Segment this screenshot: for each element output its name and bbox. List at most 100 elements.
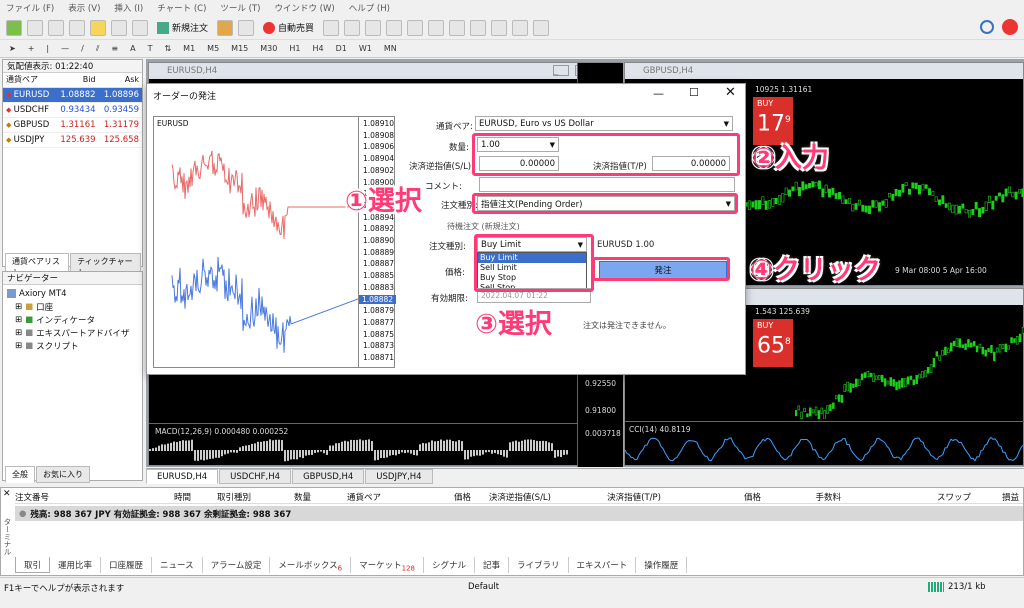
menu-item[interactable]: ファイル (F) xyxy=(6,2,54,14)
tree-item-experts[interactable]: ⊞ ■ エキスパートアドバイザ xyxy=(7,326,138,339)
timeframe-m1[interactable]: M1 xyxy=(180,44,198,53)
zoom-out-icon[interactable] xyxy=(407,19,424,36)
search-icon[interactable] xyxy=(980,20,994,34)
terminal-tab[interactable]: メールボックス6 xyxy=(270,557,352,573)
menu-item[interactable]: ツール (T) xyxy=(220,2,260,14)
vertical-line-icon[interactable]: | xyxy=(43,44,52,53)
timeframe-d1[interactable]: D1 xyxy=(333,44,350,53)
timeframe-h4[interactable]: H4 xyxy=(309,44,326,53)
table-row[interactable]: ◆ GBPUSD 1.31161 1.31179 xyxy=(3,117,142,133)
periods-icon[interactable] xyxy=(512,19,529,36)
cursor-icon[interactable]: ➤ xyxy=(6,44,19,53)
templates-icon[interactable] xyxy=(533,19,550,36)
terminal-column[interactable]: スワップ xyxy=(845,491,975,503)
terminal-tab[interactable]: マーケット128 xyxy=(351,557,424,573)
terminal-column[interactable]: 数量 xyxy=(255,491,315,503)
terminal-icon[interactable] xyxy=(111,19,127,36)
terminal-column[interactable]: 手数料 xyxy=(765,491,845,503)
timeframe-h1[interactable]: H1 xyxy=(286,44,303,53)
bar-chart-icon[interactable] xyxy=(323,19,340,36)
terminal-column[interactable]: 取引種別 xyxy=(195,491,255,503)
line-chart-icon[interactable] xyxy=(365,19,382,36)
table-row[interactable]: ◆ USDCHF 0.93434 0.93459 xyxy=(3,102,142,118)
text-icon[interactable]: A xyxy=(127,44,138,53)
tree-item-scripts[interactable]: ⊞ ■ スクリプト xyxy=(7,339,138,352)
maximize-icon[interactable]: ☐ xyxy=(689,86,699,99)
terminal-column[interactable]: 通貨ペア xyxy=(315,491,385,503)
menu-item[interactable]: ウインドウ (W) xyxy=(274,2,334,14)
fibonacci-icon[interactable]: ≡ xyxy=(108,44,121,53)
autoscroll-icon[interactable] xyxy=(449,19,466,36)
timeframe-m15[interactable]: M15 xyxy=(228,44,251,53)
timeframe-m5[interactable]: M5 xyxy=(204,44,222,53)
gbp-candle xyxy=(824,184,828,193)
terminal-close-icon[interactable]: ✕ xyxy=(3,489,11,499)
chart-tab-eurusd[interactable]: EURUSD,H4 xyxy=(146,469,219,484)
autotrade-button[interactable]: 自動売買 xyxy=(259,21,318,34)
terminal-column[interactable]: 価格 xyxy=(385,491,475,503)
new-chart-icon[interactable] xyxy=(6,19,22,36)
terminal-tab[interactable]: 記事 xyxy=(475,557,510,573)
new-order-button[interactable]: 新規注文 xyxy=(153,21,212,34)
minimize-icon[interactable]: — xyxy=(653,87,664,100)
crosshair-icon[interactable]: + xyxy=(25,44,38,53)
data-window-icon[interactable] xyxy=(69,19,85,36)
tab-common[interactable]: 全般 xyxy=(5,466,35,483)
terminal-tab[interactable]: ライブラリ xyxy=(509,557,569,573)
terminal-column[interactable]: 決済逆指値(S/L) xyxy=(475,491,555,503)
menu-item[interactable]: チャート (C) xyxy=(157,2,206,14)
terminal-tab[interactable]: 口座履歴 xyxy=(101,557,153,573)
indicators-icon[interactable] xyxy=(491,19,508,36)
terminal-tab[interactable]: アラーム設定 xyxy=(203,557,271,573)
timeframe-m30[interactable]: M30 xyxy=(257,44,280,53)
terminal-tab[interactable]: シグナル xyxy=(424,557,475,573)
chart-tab-gbpusd[interactable]: GBPUSD,H4 xyxy=(292,469,365,484)
timeframe-mn[interactable]: MN xyxy=(381,44,400,53)
menu-item[interactable]: ヘルプ (H) xyxy=(349,2,390,14)
terminal-column[interactable]: 注文番号 xyxy=(15,491,85,503)
terminal-column[interactable]: 価格 xyxy=(665,491,765,503)
symbol-select[interactable]: EURUSD, Euro vs US Dollar ▼ xyxy=(475,116,733,131)
zoom-in-icon[interactable] xyxy=(386,19,403,36)
macd-bar xyxy=(359,439,361,451)
channel-icon[interactable]: ⫽ xyxy=(93,44,103,54)
chart-tab-usdjpy[interactable]: USDJPY,H4 xyxy=(365,469,433,484)
terminal-tab[interactable]: 取引 xyxy=(15,557,51,573)
tester-icon[interactable] xyxy=(132,19,148,36)
terminal-column[interactable]: 決済指値(T/P) xyxy=(555,491,665,503)
chart-tab-usdchf[interactable]: USDCHF,H4 xyxy=(219,469,292,484)
menu-item[interactable]: 表示 (V) xyxy=(68,2,100,14)
tile-windows-icon[interactable] xyxy=(428,19,445,36)
terminal-tab[interactable]: エキスパート xyxy=(569,557,637,573)
terminal-tab[interactable]: 操作履歴 xyxy=(636,557,688,573)
minimize-icon[interactable]: _ xyxy=(553,65,569,76)
market-watch-icon[interactable] xyxy=(48,19,64,36)
terminal-tab[interactable]: 運用比率 xyxy=(50,557,102,573)
horizontal-line-icon[interactable]: — xyxy=(58,44,72,53)
comment-input[interactable] xyxy=(479,177,735,192)
table-row[interactable]: ◆ EURUSD 1.08882 1.08896 xyxy=(3,87,142,103)
tree-item-indicators[interactable]: ⊞ ■ インディケータ xyxy=(7,313,138,326)
tree-root[interactable]: Axiory MT4 xyxy=(7,287,138,300)
notification-icon[interactable] xyxy=(1002,19,1018,35)
text-label-icon[interactable]: T xyxy=(145,44,156,53)
terminal-column[interactable]: 損益 xyxy=(975,491,1023,503)
terminal-column[interactable]: 時間 xyxy=(85,491,195,503)
terminal-tab[interactable]: ニュース xyxy=(152,557,203,573)
menu-item[interactable]: 挿入 (I) xyxy=(114,2,143,14)
close-icon[interactable]: ✕ xyxy=(725,85,736,100)
tab-favorites[interactable]: お気に入り xyxy=(36,466,90,483)
metaeditor-icon[interactable] xyxy=(217,19,234,36)
table-row[interactable]: ◆ USDJPY 125.639 125.658 xyxy=(3,132,142,148)
arrows-icon[interactable]: ⇅ xyxy=(161,44,174,53)
chart-shift-icon[interactable] xyxy=(470,19,487,36)
navigator-icon[interactable] xyxy=(90,19,106,36)
tree-item-accounts[interactable]: ⊞ ■ 口座 xyxy=(7,300,138,313)
trendline-icon[interactable]: / xyxy=(78,44,87,53)
candle-chart-icon[interactable] xyxy=(344,19,361,36)
macd-bar xyxy=(527,439,529,451)
signals-icon[interactable] xyxy=(238,19,255,36)
timeframe-w1[interactable]: W1 xyxy=(356,44,375,53)
buy-panel[interactable]: BUY 658 xyxy=(753,319,793,367)
profiles-icon[interactable] xyxy=(27,19,43,36)
